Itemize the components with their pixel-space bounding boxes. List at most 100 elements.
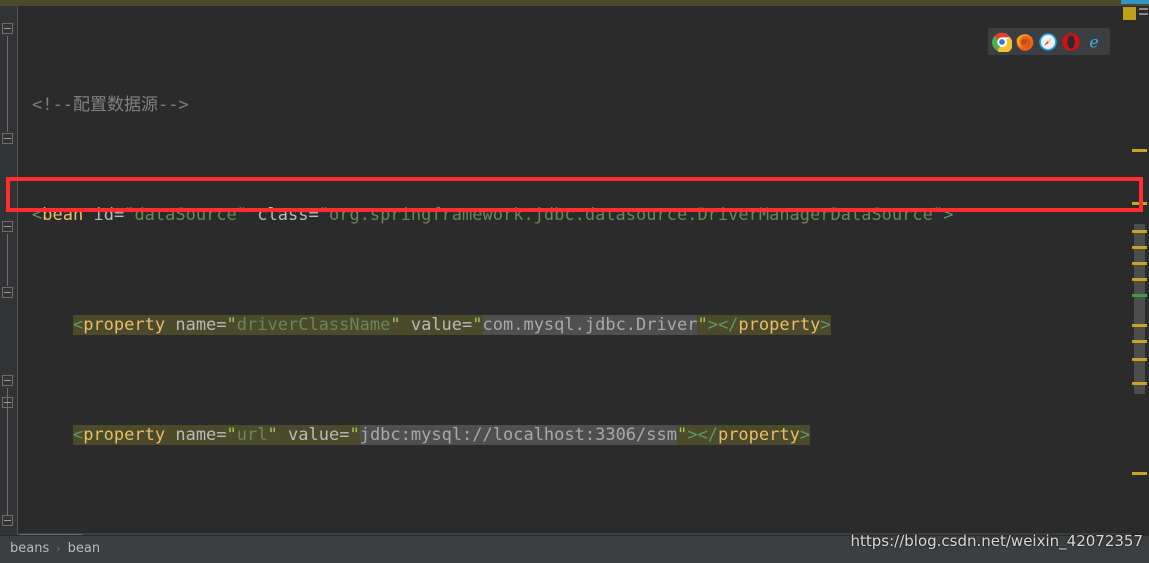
- attr-value-key: value: [288, 425, 340, 445]
- warning-marker[interactable]: [1132, 202, 1147, 205]
- breadcrumb-item-bean[interactable]: bean: [68, 541, 100, 556]
- tag-close-bracket: >: [820, 315, 831, 335]
- injected-value-url: jdbc:mysql://localhost:3306/ssm: [359, 425, 677, 445]
- fold-marker-icon[interactable]: [2, 514, 15, 527]
- vertical-scrollbar-thumb[interactable]: [1134, 224, 1145, 394]
- tag-close-bracket: ></: [687, 425, 718, 445]
- tag-name-property-close: property: [738, 315, 821, 335]
- tag-close-bracket: >: [943, 205, 954, 225]
- warning-marker[interactable]: [1132, 149, 1147, 152]
- warning-marker[interactable]: [1132, 340, 1147, 343]
- quote: ": [318, 205, 329, 225]
- attr-value-name: url: [236, 425, 268, 445]
- code-line[interactable]: <property name="driverClassName" value="…: [18, 314, 1131, 336]
- quote: ": [349, 425, 360, 445]
- attr-value-key: value: [410, 315, 463, 335]
- quote: ": [124, 205, 135, 225]
- quote: ": [226, 315, 237, 335]
- attr-name: name: [175, 315, 217, 335]
- tag-close-bracket: >: [799, 425, 811, 445]
- attr-value-name: driverClassName: [236, 315, 391, 335]
- equals: =: [216, 315, 227, 335]
- warning-marker[interactable]: [1132, 246, 1147, 249]
- tag-name-property: property: [83, 425, 166, 445]
- firefox-icon[interactable]: [1015, 32, 1035, 52]
- fold-region-line: [7, 234, 8, 286]
- quote: ": [226, 425, 237, 445]
- tag-open-bracket: <: [72, 315, 84, 335]
- fold-marker-icon[interactable]: [2, 220, 15, 233]
- equals: =: [113, 205, 125, 225]
- watermark-url: https://blog.csdn.net/weixin_42072357: [850, 532, 1143, 550]
- fold-marker-icon[interactable]: [2, 374, 15, 387]
- tag-open-bracket: <: [72, 425, 84, 445]
- info-marker[interactable]: [1132, 294, 1147, 297]
- idea-editor-window: <!--配置数据源--> <bean id="dataSource" class…: [0, 0, 1149, 563]
- safari-icon[interactable]: [1038, 32, 1058, 52]
- edge-icon[interactable]: e: [1084, 32, 1104, 52]
- fold-region-line: [7, 36, 8, 132]
- attr-class: class: [257, 205, 309, 225]
- warning-marker[interactable]: [1132, 278, 1147, 281]
- warning-marker[interactable]: [1132, 230, 1147, 233]
- tab-underline: [1121, 0, 1149, 4]
- tag-close-bracket: ></: [707, 315, 739, 335]
- chrome-icon[interactable]: [991, 32, 1013, 53]
- attr-name: name: [175, 425, 217, 445]
- fold-marker-icon[interactable]: [2, 132, 15, 145]
- tag-name-property-close: property: [717, 425, 800, 445]
- inspection-status-warning-icon[interactable]: [1123, 7, 1136, 20]
- editor-gutter[interactable]: [0, 6, 18, 535]
- fold-region-line: [7, 410, 8, 516]
- fold-marker-icon[interactable]: [2, 396, 15, 409]
- code-editor[interactable]: <!--配置数据源--> <bean id="dataSource" class…: [0, 6, 1149, 535]
- breadcrumb-separator-icon: ›: [56, 542, 61, 555]
- code-line[interactable]: <!--配置数据源-->: [18, 94, 1131, 116]
- attr-id: id: [93, 205, 114, 225]
- code-content[interactable]: <!--配置数据源--> <bean id="dataSource" class…: [18, 6, 1131, 535]
- warning-marker[interactable]: [1132, 324, 1147, 327]
- quote: ": [236, 205, 248, 225]
- quote: ": [676, 425, 688, 445]
- fold-marker-icon[interactable]: [2, 286, 15, 299]
- quote: ": [932, 205, 944, 225]
- equals: =: [308, 205, 319, 225]
- warning-marker[interactable]: [1132, 472, 1147, 475]
- breadcrumb-item-beans[interactable]: beans: [10, 541, 49, 556]
- horizontal-scrollbar-thumb[interactable]: [18, 534, 84, 535]
- tag-name-property: property: [83, 315, 166, 335]
- quote: ": [267, 425, 278, 445]
- warning-marker[interactable]: [1132, 382, 1147, 385]
- opera-icon[interactable]: [1061, 32, 1081, 52]
- equals: =: [216, 425, 227, 445]
- equals: =: [462, 315, 473, 335]
- svg-text:e: e: [1089, 32, 1098, 51]
- tag-name-bean: bean: [42, 205, 84, 225]
- warning-marker[interactable]: [1132, 358, 1147, 361]
- xml-comment: <!--配置数据源-->: [32, 95, 189, 115]
- error-stripe[interactable]: [1131, 6, 1149, 535]
- fold-marker-icon[interactable]: [2, 22, 15, 35]
- equals: =: [339, 425, 350, 445]
- breadcrumb[interactable]: beans › bean: [10, 541, 100, 556]
- browser-launcher-popup[interactable]: e: [988, 28, 1110, 55]
- code-line[interactable]: <property name="url" value="jdbc:mysql:/…: [18, 424, 1131, 446]
- code-line[interactable]: <bean id="dataSource" class="org.springf…: [18, 204, 1131, 226]
- quote: ": [472, 315, 483, 335]
- inspection-lines-icon[interactable]: [1139, 8, 1148, 18]
- quote: ": [697, 315, 708, 335]
- quote: ": [390, 315, 401, 335]
- warning-marker[interactable]: [1132, 262, 1147, 265]
- attr-value-id: dataSource: [134, 205, 237, 225]
- attr-value-class: org.springframework.jdbc.datasource.Driv…: [328, 205, 933, 225]
- injected-value-driver: com.mysql.jdbc.Driver: [482, 315, 698, 335]
- tag-open-bracket: <: [32, 205, 43, 225]
